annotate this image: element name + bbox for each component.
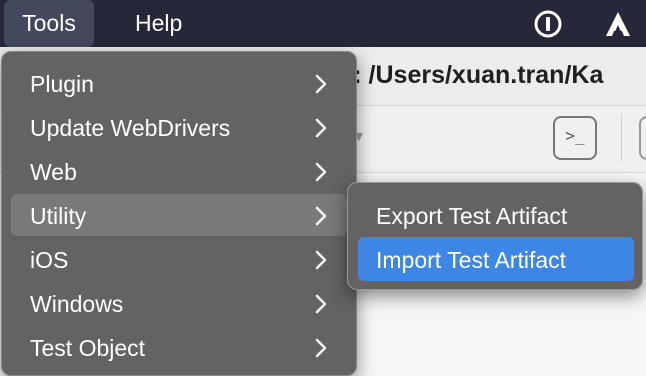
arrow-a-icon[interactable] [603, 9, 633, 39]
project-path: n: /Users/xuan.tran/Ka [338, 61, 604, 89]
chevron-right-icon [315, 250, 327, 270]
menu-item-label: Web [30, 159, 77, 185]
onepassword-icon[interactable] [533, 9, 563, 39]
menu-item-windows[interactable]: Windows [11, 282, 347, 324]
menu-item-import-test-artifact[interactable]: Import Test Artifact [358, 237, 634, 281]
utility-submenu: Export Test Artifact Import Test Artifac… [347, 182, 643, 290]
menu-item-label: Test Object [30, 335, 146, 361]
menu-item-label: iOS [30, 247, 69, 273]
tools-menu: Plugin Update WebDrivers Web Utility iOS… [1, 51, 357, 376]
menu-item-label: Update WebDrivers [30, 115, 231, 141]
menu-bar: Tools Help [0, 0, 646, 47]
menu-item-test-object[interactable]: Test Object [11, 326, 347, 368]
chevron-right-icon [315, 294, 327, 314]
menu-item-label: Plugin [30, 71, 94, 97]
menu-item-ios[interactable]: iOS [11, 238, 347, 280]
menu-item-label: Import Test Artifact [376, 247, 567, 273]
menu-tools[interactable]: Tools [4, 0, 94, 47]
chevron-right-icon [315, 206, 327, 226]
chevron-right-icon [315, 74, 327, 94]
menu-item-label: Windows [30, 291, 124, 317]
menu-item-label: Export Test Artifact [376, 203, 568, 229]
menu-item-export-test-artifact[interactable]: Export Test Artifact [358, 193, 634, 237]
chevron-right-icon [315, 338, 327, 358]
menu-help[interactable]: Help [121, 0, 196, 47]
menu-item-utility[interactable]: Utility [11, 194, 347, 236]
menu-item-label: Utility [30, 203, 87, 229]
chevron-right-icon [315, 162, 327, 182]
toolbar-button-partial[interactable] [639, 116, 646, 160]
chevron-right-icon [315, 118, 327, 138]
terminal-button[interactable]: >_ [553, 116, 597, 160]
menu-item-web[interactable]: Web [11, 150, 347, 192]
menu-item-plugin[interactable]: Plugin [11, 62, 347, 104]
toolbar-divider [621, 114, 622, 162]
menu-item-update-webdrivers[interactable]: Update WebDrivers [11, 106, 347, 148]
